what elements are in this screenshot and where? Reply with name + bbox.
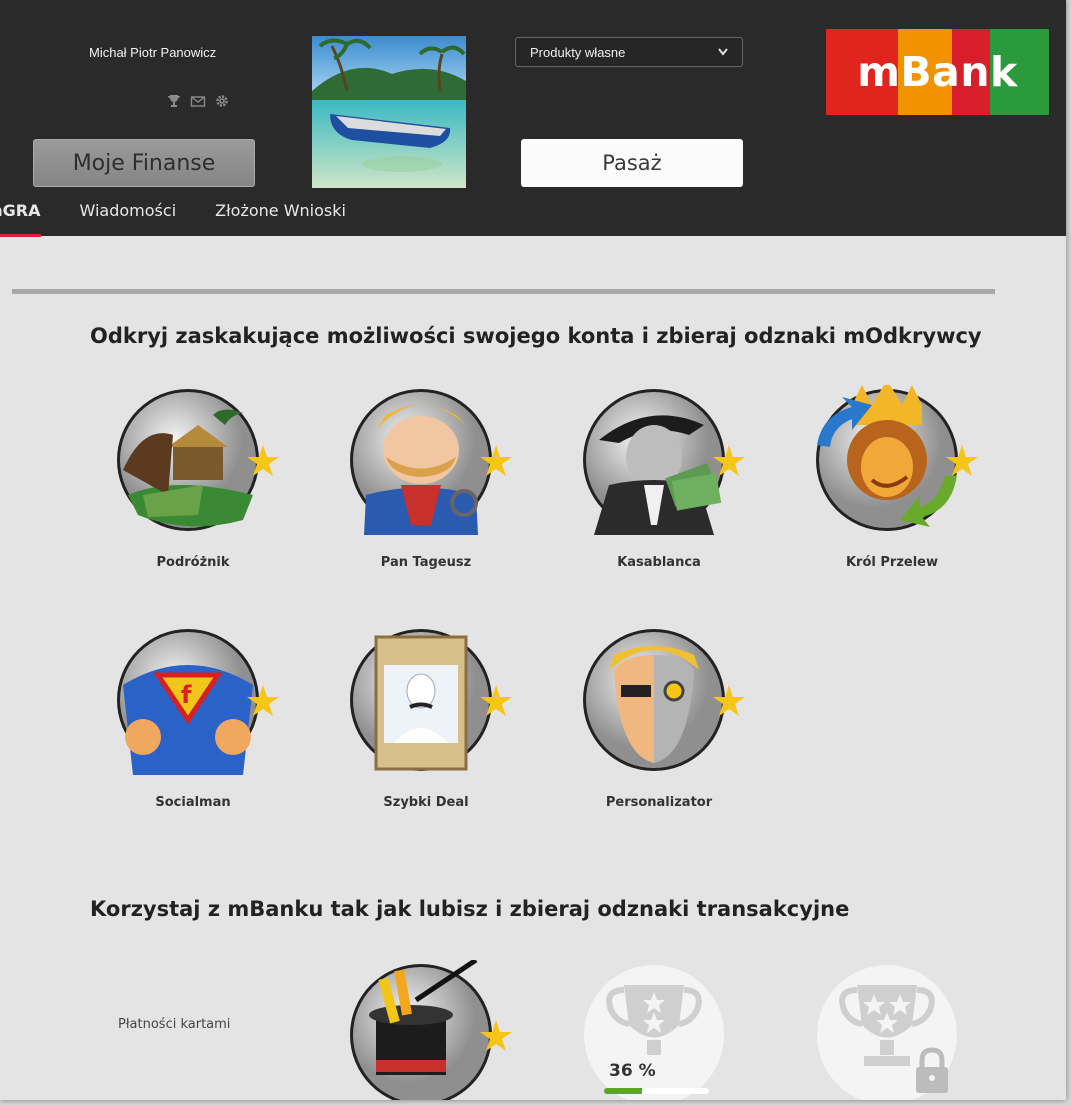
magic-hat-badge-icon: [350, 957, 512, 1100]
pan-tageusz-badge-icon: [350, 389, 512, 535]
app-frame: Michał Piotr Panowicz Moje Finanse Produ…: [0, 0, 1066, 1100]
divider: [12, 289, 995, 294]
badge-pan-tageusz[interactable]: Pan Tageusz: [346, 385, 512, 570]
profile-photo: [312, 36, 466, 188]
badge-kasablanca[interactable]: Kasablanca: [579, 385, 745, 570]
progress-text: 36 %: [609, 1061, 656, 1081]
pasaz-button[interactable]: Pasaż: [521, 139, 743, 187]
kasablanca-badge-icon: [583, 389, 745, 535]
badge-locked[interactable]: [812, 960, 972, 1100]
tab-zlozone-wnioski[interactable]: Złożone Wnioski: [215, 201, 346, 236]
badge-label: Pan Tageusz: [380, 555, 472, 570]
tab-mgra[interactable]: mGRA: [0, 201, 41, 237]
badge-label: Król Przelew: [845, 555, 938, 570]
section-title-transakcyjne: Korzystaj z mBanku tak jak lubisz i zbie…: [90, 897, 850, 921]
header-icons: [166, 93, 230, 109]
badge-podroznik[interactable]: Podróżnik: [113, 385, 279, 570]
header: Michał Piotr Panowicz Moje Finanse Produ…: [0, 0, 1066, 237]
badge-card-payments[interactable]: [346, 957, 512, 1100]
progress-track: [604, 1088, 709, 1094]
chevron-down-icon: [718, 48, 728, 56]
personalizator-badge-icon: [583, 629, 745, 771]
product-select-value: Produkty własne: [530, 44, 626, 60]
badge-personalizator[interactable]: Personalizator: [579, 625, 745, 810]
logo-text: mBank: [857, 48, 1018, 96]
badge-locked-progress[interactable]: 36 %: [579, 960, 739, 1100]
badge-krol-przelew[interactable]: Król Przelew: [812, 380, 978, 570]
badge-label: Socialman: [155, 795, 231, 810]
locked-trophy-badge-icon: [817, 965, 957, 1100]
trophy-icon[interactable]: [166, 93, 182, 109]
tab-bar: mGRA Wiadomości Złożone Wnioski: [0, 201, 385, 237]
card-payments-label: Płatności kartami: [118, 1017, 231, 1032]
szybki-deal-badge-icon: [350, 629, 512, 771]
mail-icon[interactable]: [190, 93, 206, 109]
badge-label: Podróżnik: [156, 555, 230, 570]
tab-wiadomosci[interactable]: Wiadomości: [80, 201, 177, 236]
product-select[interactable]: Produkty własne: [515, 37, 743, 67]
socialman-badge-icon: f: [117, 629, 279, 775]
progress-fill: [604, 1088, 642, 1094]
badge-socialman[interactable]: f Socialman: [113, 625, 279, 810]
trophy-badge-icon: [584, 965, 724, 1100]
moje-finanse-button[interactable]: Moje Finanse: [33, 139, 255, 187]
badge-label: Personalizator: [605, 795, 713, 810]
badge-szybki-deal[interactable]: Szybki Deal: [346, 625, 512, 810]
mbank-logo[interactable]: mBank: [826, 29, 1049, 115]
badge-label: Szybki Deal: [383, 795, 469, 810]
badge-label: Kasablanca: [617, 555, 701, 570]
section-title-modkrywcy: Odkryj zaskakujące możliwości swojego ko…: [90, 324, 982, 348]
traveler-badge-icon: [117, 389, 279, 531]
user-name: Michał Piotr Panowicz: [89, 45, 217, 60]
svg-text:f: f: [181, 681, 192, 709]
gear-icon[interactable]: [214, 93, 230, 109]
krol-przelew-badge-icon: [816, 380, 978, 531]
